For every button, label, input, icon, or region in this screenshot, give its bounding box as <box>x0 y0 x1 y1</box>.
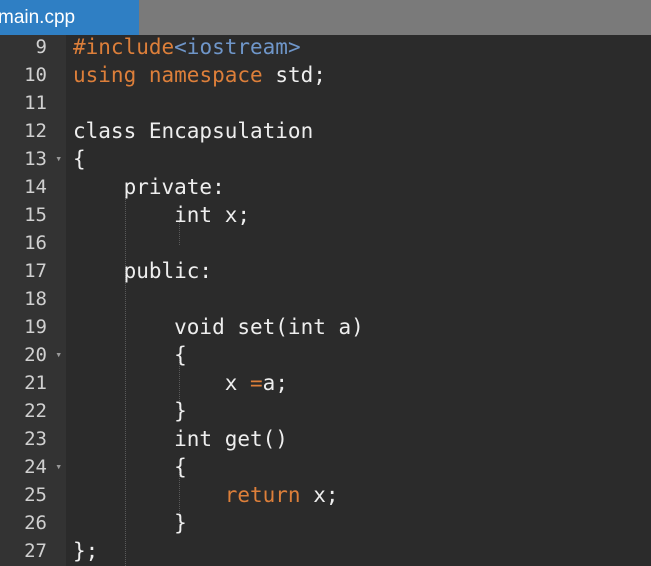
code-token: private: <box>73 175 225 199</box>
code-line[interactable]: int x; <box>73 201 250 229</box>
line-number: 12 <box>0 117 66 145</box>
line-number: 18 <box>0 285 66 313</box>
code-token: int get() <box>73 427 288 451</box>
code-token: using <box>73 63 137 87</box>
code-line[interactable]: { <box>73 145 86 173</box>
line-number-text: 24 <box>24 456 47 478</box>
code-token: } <box>73 511 187 535</box>
line-number: 11 <box>0 89 66 117</box>
code-line[interactable]: int get() <box>73 425 288 453</box>
code-token: <iostream> <box>174 35 301 59</box>
line-number-text: 16 <box>24 232 47 254</box>
code-line[interactable]: return x; <box>73 481 339 509</box>
code-line[interactable]: } <box>73 509 187 537</box>
line-number-text: 18 <box>24 288 47 310</box>
code-line[interactable]: x =a; <box>73 369 288 397</box>
line-number-text: 20 <box>24 344 47 366</box>
line-number: 13 ▾ <box>0 145 66 173</box>
code-token: { <box>73 147 86 171</box>
line-number-gutter: 9 10 11 12 13 ▾ 14 15 16 17 18 19 20 ▾ 21 22 23 24 ▾ 25 26 27 <box>0 35 66 566</box>
code-token: public: <box>73 259 213 283</box>
code-token: std; <box>262 63 326 87</box>
line-number-text: 14 <box>24 176 47 198</box>
line-number-text: 22 <box>24 400 47 422</box>
code-line[interactable]: void set(int a) <box>73 313 364 341</box>
code-line[interactable]: class Encapsulation <box>73 117 313 145</box>
code-token: = <box>250 371 263 395</box>
code-token: a; <box>262 371 288 395</box>
code-line[interactable]: { <box>73 341 187 369</box>
line-number-text: 23 <box>24 428 47 450</box>
line-number-text: 12 <box>24 120 47 142</box>
code-token: { <box>73 343 187 367</box>
line-number-text: 25 <box>24 484 47 506</box>
code-editor[interactable]: 9 10 11 12 13 ▾ 14 15 16 17 18 19 20 ▾ 21 22 23 24 ▾ 25 26 27… <box>0 35 651 566</box>
code-token: x; <box>300 483 339 507</box>
line-number: 14 <box>0 173 66 201</box>
line-number-text: 10 <box>24 64 47 86</box>
line-number: 27 <box>0 537 66 565</box>
code-token: return <box>224 483 301 507</box>
line-number: 21 <box>0 369 66 397</box>
line-number: 10 <box>0 61 66 89</box>
code-token: namespace <box>148 63 263 87</box>
line-number-text: 9 <box>35 36 47 58</box>
line-number: 23 <box>0 425 66 453</box>
tab-bar: main.cpp <box>0 0 651 35</box>
fold-toggle-icon[interactable]: ▾ <box>55 453 62 481</box>
code-line[interactable]: #include<iostream> <box>73 33 301 61</box>
line-number: 26 <box>0 509 66 537</box>
code-token: #include <box>73 35 175 59</box>
line-number: 17 <box>0 257 66 285</box>
line-number-text: 27 <box>24 540 47 562</box>
fold-toggle-icon[interactable]: ▾ <box>55 145 62 173</box>
line-number-text: 21 <box>24 372 47 394</box>
line-number-text: 19 <box>24 316 47 338</box>
code-text-area[interactable]: #include<iostream> using namespace std; cl… <box>66 35 651 566</box>
code-line[interactable]: } <box>73 397 187 425</box>
code-token: }; <box>73 539 99 563</box>
code-token: void set(int a) <box>73 315 364 339</box>
code-token: int x; <box>73 203 251 227</box>
line-number-text: 11 <box>24 92 47 114</box>
line-number-text: 13 <box>24 148 47 170</box>
line-number: 22 <box>0 397 66 425</box>
tab-main-cpp[interactable]: main.cpp <box>0 0 139 35</box>
fold-toggle-icon[interactable]: ▾ <box>55 341 62 369</box>
code-token: } <box>73 399 187 423</box>
line-number: 24 ▾ <box>0 453 66 481</box>
line-number: 25 <box>0 481 66 509</box>
code-line[interactable]: }; <box>73 537 98 565</box>
line-number-text: 17 <box>24 260 47 282</box>
code-line[interactable]: { <box>73 453 187 481</box>
code-token: { <box>73 455 187 479</box>
line-number: 19 <box>0 313 66 341</box>
code-line[interactable]: public: <box>73 257 213 285</box>
code-token: class Encapsulation <box>73 119 314 143</box>
code-line[interactable]: using namespace std; <box>73 61 326 89</box>
line-number: 9 <box>0 33 66 61</box>
code-token: x <box>73 371 251 395</box>
line-number: 16 <box>0 229 66 257</box>
line-number-text: 15 <box>24 204 47 226</box>
line-number: 20 ▾ <box>0 341 66 369</box>
line-number-text: 26 <box>24 512 47 534</box>
code-line[interactable]: private: <box>73 173 225 201</box>
line-number: 15 <box>0 201 66 229</box>
